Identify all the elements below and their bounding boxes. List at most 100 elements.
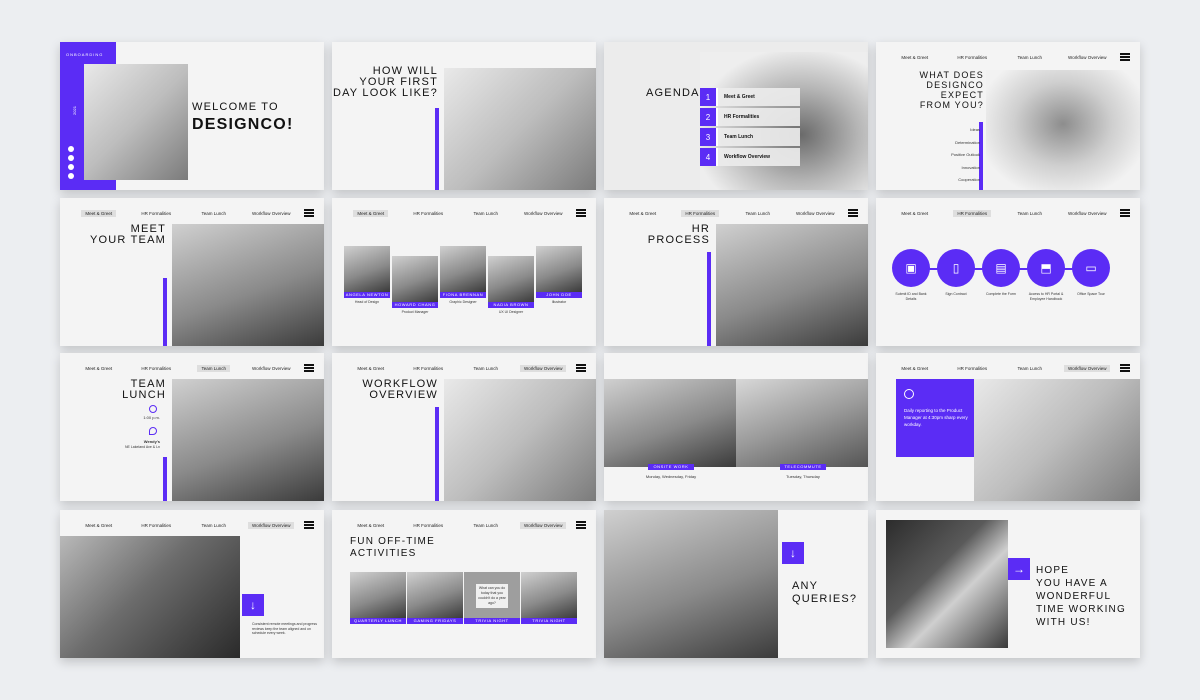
office-space-photo xyxy=(604,510,778,658)
hamburger-icon[interactable] xyxy=(576,364,586,372)
reporting-text: Daily reporting to the Product Manager a… xyxy=(904,408,968,427)
nav-item[interactable]: HR Formalities xyxy=(400,366,458,371)
agenda-number: 4 xyxy=(700,148,716,166)
slide-nav: Meet & Greet HR Formalities Team Lunch W… xyxy=(342,363,586,373)
hamburger-icon[interactable] xyxy=(1120,209,1130,217)
nav-item[interactable]: Meet & Greet xyxy=(886,366,944,371)
hamburger-icon[interactable] xyxy=(1120,364,1130,372)
nav-item[interactable]: HR Formalities xyxy=(944,209,1002,217)
nav-item[interactable]: Workflow Overview xyxy=(243,211,301,216)
nav-item[interactable]: Team Lunch xyxy=(185,211,243,216)
nav-item[interactable]: Team Lunch xyxy=(1001,211,1059,216)
nav-item[interactable]: HR Formalities xyxy=(128,523,186,528)
slide-daily-reporting[interactable]: Meet & Greet HR Formalities Team Lunch W… xyxy=(876,353,1140,501)
slide-queries[interactable]: ↓ ANY QUERIES? xyxy=(604,510,868,658)
hamburger-icon[interactable] xyxy=(576,209,586,217)
arrow-down-icon[interactable]: ↓ xyxy=(782,542,804,564)
slide-work-schedule[interactable]: ONSITE WORK Monday, Wednesday, Friday TE… xyxy=(604,353,868,501)
activity-card[interactable]: What can you do today that you couldn't … xyxy=(464,572,520,624)
nav-item[interactable]: Meet & Greet xyxy=(886,211,944,216)
agenda-label: Team Lunch xyxy=(716,128,800,146)
nav-item[interactable]: HR Formalities xyxy=(400,211,458,216)
agenda-item[interactable]: 3 Team Lunch xyxy=(700,128,800,146)
member-card[interactable]: FIONA BRENNAN Graphic Designer xyxy=(440,246,486,315)
facebook-icon[interactable] xyxy=(68,155,74,161)
nav-item[interactable]: HR Formalities xyxy=(400,523,458,528)
activity-card[interactable]: QUARTERLY LUNCH xyxy=(350,572,406,624)
slide-first-day[interactable]: HOW WILL YOUR FIRST DAY LOOK LIKE? xyxy=(332,42,596,190)
slide-workflow[interactable]: Meet & Greet HR Formalities Team Lunch W… xyxy=(332,353,596,501)
nav-item[interactable]: Workflow Overview xyxy=(787,211,845,216)
portrait-photo xyxy=(986,70,1140,190)
nav-item[interactable]: Workflow Overview xyxy=(515,521,573,529)
nav-item[interactable]: HR Formalities xyxy=(128,211,186,216)
member-card[interactable]: ANGELA NEWTON Head of Design xyxy=(344,246,390,315)
trait-item: Innovation xyxy=(961,164,980,170)
slide-activities[interactable]: Meet & Greet HR Formalities Team Lunch W… xyxy=(332,510,596,658)
nav-item[interactable]: Meet & Greet xyxy=(614,211,672,216)
nav-item[interactable]: Meet & Greet xyxy=(70,523,128,528)
step-label: Office Space Tour xyxy=(1077,292,1105,296)
nav-item[interactable]: Workflow Overview xyxy=(1059,364,1117,372)
meet-team-title: MEET YOUR TEAM xyxy=(90,223,166,246)
slide-welcome[interactable]: ONBOARDING 2021 WELCOME TO DESIGNCO! xyxy=(60,42,324,190)
onboarding-label: ONBOARDING xyxy=(66,52,104,57)
nav-item[interactable]: Team Lunch xyxy=(729,211,787,216)
nav-item[interactable]: Workflow Overview xyxy=(515,211,573,216)
nav-item[interactable]: Team Lunch xyxy=(1001,55,1059,60)
nav-item[interactable]: HR Formalities xyxy=(128,366,186,371)
hamburger-icon[interactable] xyxy=(304,521,314,529)
nav-item[interactable]: Meet & Greet xyxy=(70,366,128,371)
schedule-days: Tuesday, Thursday xyxy=(786,474,820,479)
nav-item[interactable]: Meet & Greet xyxy=(342,523,400,528)
nav-item[interactable]: Meet & Greet xyxy=(342,209,400,217)
nav-item[interactable]: HR Formalities xyxy=(672,209,730,217)
traits-list: Ideas Determination Positive Outlook Inn… xyxy=(951,124,980,187)
member-card[interactable]: HOWARD CHANG Product Manager xyxy=(392,256,438,315)
hamburger-icon[interactable] xyxy=(1120,53,1130,61)
linkedin-icon[interactable] xyxy=(68,173,74,179)
nav-item[interactable]: Team Lunch xyxy=(457,523,515,528)
arrow-right-icon[interactable]: → xyxy=(1008,558,1030,580)
slide-expectations[interactable]: Meet & Greet HR Formalities Team Lunch W… xyxy=(876,42,1140,190)
nav-item[interactable]: Workflow Overview xyxy=(515,364,573,372)
nav-item[interactable]: Team Lunch xyxy=(457,366,515,371)
slide-closing[interactable]: → HOPE YOU HAVE A WONDERFUL TIME WORKING… xyxy=(876,510,1140,658)
nav-item[interactable]: Team Lunch xyxy=(185,523,243,528)
hamburger-icon[interactable] xyxy=(848,209,858,217)
nav-item[interactable]: Workflow Overview xyxy=(1059,211,1117,216)
agenda-item[interactable]: 2 HR Formalities xyxy=(700,108,800,126)
activity-card[interactable]: GAMING FRIDAYS xyxy=(407,572,463,624)
member-card[interactable]: JOHN DOE Illustrator xyxy=(536,246,582,315)
slide-team-lunch[interactable]: Meet & Greet HR Formalities Team Lunch W… xyxy=(60,353,324,501)
nav-item[interactable]: Team Lunch xyxy=(457,211,515,216)
agenda-item[interactable]: 4 Workflow Overview xyxy=(700,148,800,166)
slide-hr-steps[interactable]: Meet & Greet HR Formalities Team Lunch W… xyxy=(876,198,1140,346)
activity-card[interactable]: TRIVIA NIGHT xyxy=(521,572,577,624)
nav-item[interactable]: HR Formalities xyxy=(944,366,1002,371)
instagram-icon[interactable] xyxy=(68,164,74,170)
nav-item[interactable]: Meet & Greet xyxy=(886,55,944,60)
nav-item[interactable]: Meet & Greet xyxy=(342,366,400,371)
nav-item[interactable]: Workflow Overview xyxy=(1059,55,1117,60)
hamburger-icon[interactable] xyxy=(304,364,314,372)
nav-item[interactable]: Workflow Overview xyxy=(243,521,301,529)
slide-remote-meetings[interactable]: Meet & Greet HR Formalities Team Lunch W… xyxy=(60,510,324,658)
agenda-item[interactable]: 1 Meet & Greet xyxy=(700,88,800,106)
hamburger-icon[interactable] xyxy=(304,209,314,217)
nav-item[interactable]: Meet & Greet xyxy=(70,209,128,217)
lunch-time: 1:00 p.m. xyxy=(143,415,160,420)
hamburger-icon[interactable] xyxy=(576,521,586,529)
slide-team-members[interactable]: Meet & Greet HR Formalities Team Lunch W… xyxy=(332,198,596,346)
nav-item[interactable]: Team Lunch xyxy=(185,364,243,372)
arrow-down-icon[interactable]: ↓ xyxy=(242,594,264,616)
nav-item[interactable]: HR Formalities xyxy=(944,55,1002,60)
member-role: Product Manager xyxy=(401,310,429,314)
member-card[interactable]: NADIA BROWN UX UI Designer xyxy=(488,256,534,315)
slide-meet-team[interactable]: Meet & Greet HR Formalities Team Lunch W… xyxy=(60,198,324,346)
slide-agenda[interactable]: AGENDA 1 Meet & Greet 2 HR Formalities 3 Te… xyxy=(604,42,868,190)
twitter-icon[interactable] xyxy=(68,146,74,152)
slide-hr-process[interactable]: Meet & Greet HR Formalities Team Lunch W… xyxy=(604,198,868,346)
nav-item[interactable]: Workflow Overview xyxy=(243,366,301,371)
nav-item[interactable]: Team Lunch xyxy=(1001,366,1059,371)
